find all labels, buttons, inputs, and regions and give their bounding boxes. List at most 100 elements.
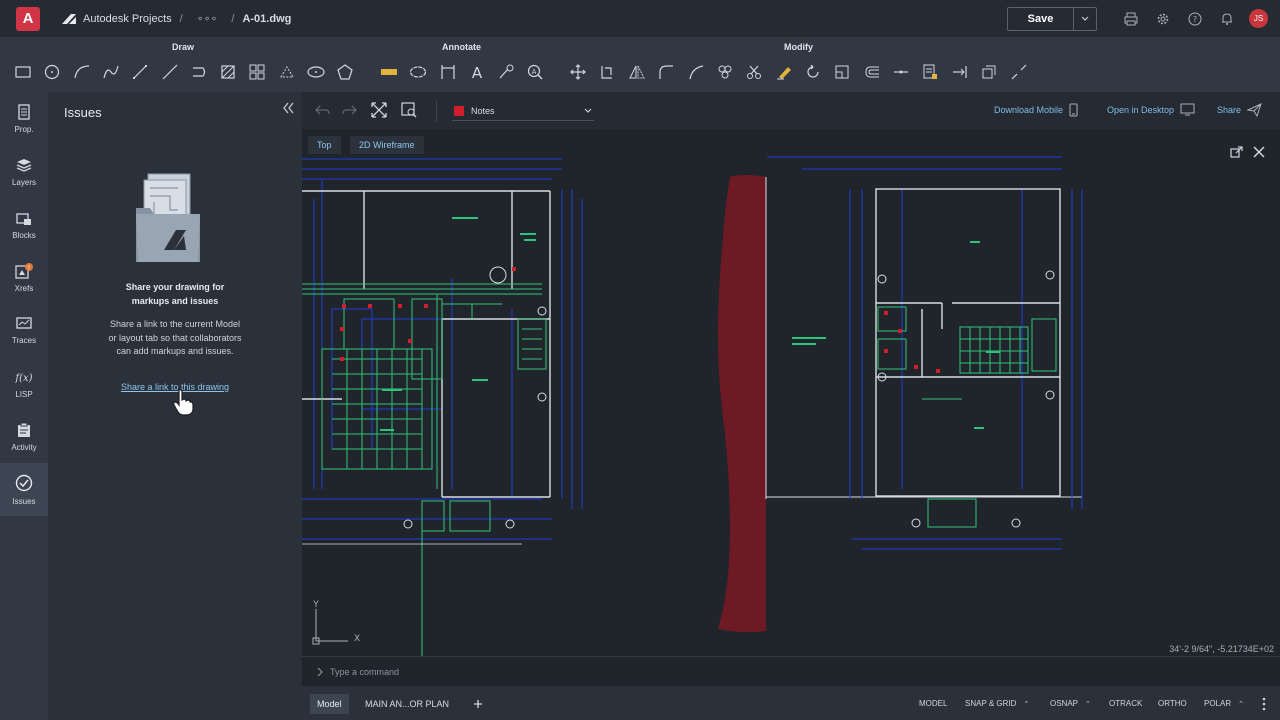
notifications-button[interactable] bbox=[1211, 0, 1243, 37]
right-plan-labels bbox=[792, 241, 1000, 429]
array-tool[interactable] bbox=[246, 61, 268, 83]
undo-button[interactable] bbox=[314, 102, 330, 118]
save-button[interactable]: Save bbox=[1008, 7, 1074, 30]
redo-button[interactable] bbox=[342, 102, 358, 118]
breadcrumb-more[interactable]: ∘∘∘ bbox=[197, 12, 218, 25]
print-button[interactable] bbox=[1115, 0, 1147, 37]
sidebar-item-traces[interactable]: Traces bbox=[0, 304, 48, 357]
group-tool[interactable] bbox=[714, 61, 736, 83]
sidebar-item-lisp[interactable]: f(x) LISP bbox=[0, 357, 48, 410]
sidebar-item-blocks[interactable]: Blocks bbox=[0, 198, 48, 251]
toggle-otrack[interactable]: OTRACK bbox=[1109, 699, 1142, 708]
find-tool[interactable]: A bbox=[524, 61, 546, 83]
scale-tool[interactable] bbox=[831, 61, 853, 83]
rectangle-tool[interactable] bbox=[12, 61, 34, 83]
vertical-ellipsis-icon bbox=[1262, 697, 1266, 711]
fillet-tool[interactable] bbox=[655, 61, 677, 83]
text-icon: A bbox=[472, 64, 483, 80]
breadcrumb-projects[interactable]: Autodesk Projects bbox=[83, 13, 172, 25]
toggle-ortho[interactable]: ORTHO bbox=[1158, 699, 1187, 708]
chevron-up-icon[interactable]: ⌃ bbox=[1238, 700, 1244, 708]
collapse-panel-button[interactable] bbox=[280, 100, 296, 116]
revcloud-tool[interactable] bbox=[407, 61, 429, 83]
polygon-icon bbox=[337, 64, 353, 80]
sidebar-item-label: LISP bbox=[15, 389, 33, 399]
group-icon bbox=[718, 65, 732, 79]
settings-button[interactable] bbox=[1147, 0, 1179, 37]
text-tool[interactable]: A bbox=[466, 61, 488, 83]
break-tool[interactable] bbox=[1008, 61, 1030, 83]
tab-model[interactable]: Model bbox=[310, 694, 349, 714]
toggle-snap-grid[interactable]: SNAP & GRID ⌃ bbox=[965, 699, 1029, 708]
zoom-search-icon: A bbox=[527, 64, 543, 80]
polygon-tool[interactable] bbox=[334, 61, 356, 83]
drawing-canvas[interactable]: Y X Top 2D Wireframe 34'-2 9/64", -5.217… bbox=[302, 129, 1280, 656]
breadcrumb-file[interactable]: A-01.dwg bbox=[242, 13, 291, 25]
share-button[interactable]: Share bbox=[1217, 103, 1262, 117]
dimension-tool[interactable] bbox=[437, 61, 459, 83]
circle-tool[interactable] bbox=[41, 61, 63, 83]
mirror-tool[interactable] bbox=[626, 61, 648, 83]
measure-tool[interactable] bbox=[378, 61, 400, 83]
ucs-axis-icon bbox=[312, 609, 348, 645]
chevron-up-icon[interactable]: ⌃ bbox=[1023, 700, 1029, 708]
download-mobile-button[interactable]: Download Mobile bbox=[994, 103, 1078, 117]
chamfer-icon bbox=[689, 65, 704, 80]
more-options-button[interactable] bbox=[1260, 696, 1268, 712]
autodesk-logo-icon bbox=[62, 13, 76, 24]
empty-state-heading: Share your drawing for markups and issue… bbox=[125, 282, 225, 306]
close-view-button[interactable] bbox=[1252, 145, 1266, 159]
ellipse-tool[interactable] bbox=[305, 61, 327, 83]
copy-tool[interactable] bbox=[596, 61, 618, 83]
arc-tool[interactable] bbox=[71, 61, 93, 83]
undo-icon bbox=[315, 105, 330, 115]
properties-match-tool[interactable] bbox=[919, 61, 941, 83]
toggle-polar[interactable]: POLAR ⌃ bbox=[1204, 699, 1244, 708]
open-in-desktop-button[interactable]: Open in Desktop bbox=[1107, 103, 1195, 116]
rotate-tool[interactable] bbox=[802, 61, 824, 83]
sidebar-item-label: Layers bbox=[11, 177, 36, 187]
chevron-right-icon bbox=[317, 667, 323, 676]
extend-tool[interactable] bbox=[949, 61, 971, 83]
popout-button[interactable] bbox=[1230, 145, 1244, 159]
toggle-osnap[interactable]: OSNAP ⌃ bbox=[1050, 699, 1091, 708]
sidebar-item-activity[interactable]: Activity bbox=[0, 410, 48, 463]
add-layout-button[interactable] bbox=[466, 694, 490, 714]
hatch-tool[interactable] bbox=[217, 61, 239, 83]
trim-tool[interactable] bbox=[743, 61, 765, 83]
chamfer-tool[interactable] bbox=[685, 61, 707, 83]
chevron-up-icon[interactable]: ⌃ bbox=[1085, 700, 1091, 708]
erase-tool[interactable] bbox=[773, 61, 795, 83]
offset-tool[interactable] bbox=[861, 61, 883, 83]
avatar[interactable]: JS bbox=[1249, 9, 1268, 28]
zoom-window-button[interactable] bbox=[401, 102, 417, 118]
join-tool[interactable] bbox=[890, 61, 912, 83]
viewer-toolbar: Notes Download Mobile Open in Desktop Sh… bbox=[302, 92, 1280, 129]
double-chevron-left-icon bbox=[283, 102, 294, 114]
autocad-logo-icon[interactable]: A bbox=[16, 6, 40, 31]
explode-tool[interactable] bbox=[978, 61, 1000, 83]
zoom-extents-button[interactable] bbox=[371, 102, 387, 118]
xline-tool[interactable] bbox=[159, 61, 181, 83]
polyline-icon bbox=[193, 67, 206, 77]
leader-tool[interactable] bbox=[495, 61, 517, 83]
sidebar-item-layers[interactable]: Layers bbox=[0, 145, 48, 198]
view-top-button[interactable]: Top bbox=[308, 136, 341, 154]
move-tool[interactable] bbox=[567, 61, 589, 83]
traces-icon bbox=[16, 316, 32, 329]
spline-tool[interactable] bbox=[100, 61, 122, 83]
layer-select[interactable]: Notes bbox=[452, 101, 594, 121]
boundary-tool[interactable] bbox=[276, 61, 298, 83]
sidebar-item-issues[interactable]: Issues bbox=[0, 463, 48, 516]
sidebar-item-properties[interactable]: Prop. bbox=[0, 92, 48, 145]
save-dropdown-button[interactable] bbox=[1074, 8, 1096, 30]
line-tool[interactable] bbox=[129, 61, 151, 83]
toggle-model[interactable]: MODEL bbox=[919, 699, 947, 708]
command-input[interactable] bbox=[330, 666, 730, 677]
breadcrumb: Autodesk Projects / ∘∘∘ / A-01.dwg bbox=[61, 12, 291, 25]
sidebar-item-xrefs[interactable]: ! Xrefs bbox=[0, 251, 48, 304]
help-button[interactable]: ? bbox=[1179, 0, 1211, 37]
tab-layout-main-floor-plan[interactable]: MAIN AN...OR PLAN bbox=[358, 694, 456, 714]
polyline-tool[interactable] bbox=[188, 61, 210, 83]
visual-style-button[interactable]: 2D Wireframe bbox=[350, 136, 424, 154]
